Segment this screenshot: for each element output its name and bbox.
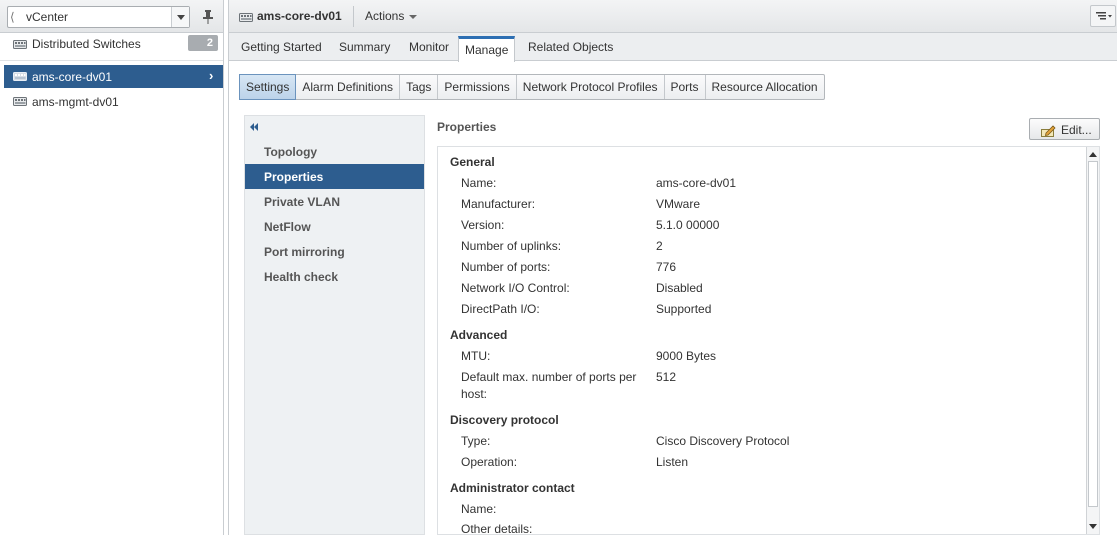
property-value: Disabled: [656, 281, 703, 295]
object-title: ams-core-dv01: [257, 9, 342, 23]
properties-title: Properties: [437, 120, 497, 134]
properties-scrollbar[interactable]: [1086, 147, 1099, 534]
caret-down-icon: [409, 15, 417, 19]
property-label: Manufacturer:: [461, 197, 536, 211]
subtab-settings[interactable]: Settings: [239, 74, 297, 100]
navigator-header: ⟨ vCenter: [0, 0, 223, 33]
distributed-switch-icon: [13, 72, 27, 81]
subtab-alarm-definitions[interactable]: Alarm Definitions: [296, 75, 401, 99]
edit-button-label: Edit...: [1061, 123, 1092, 137]
subtab-permissions[interactable]: Permissions: [438, 75, 517, 99]
section-heading-advanced: Advanced: [450, 328, 508, 342]
breadcrumb-dropdown-button[interactable]: [171, 7, 189, 27]
tab-getting-started[interactable]: Getting Started: [241, 40, 322, 54]
subtab-network-protocol-profiles[interactable]: Network Protocol Profiles: [517, 75, 665, 99]
property-label: Number of uplinks:: [461, 239, 562, 253]
property-label: Number of ports:: [461, 260, 551, 274]
object-tabs: Getting Started Summary Monitor Manage R…: [229, 33, 1117, 62]
property-value: VMware: [656, 197, 701, 211]
header-menu-button[interactable]: [1090, 5, 1116, 27]
tab-related-objects[interactable]: Related Objects: [528, 40, 613, 54]
chevron-right-icon: ›: [209, 68, 214, 83]
tab-monitor[interactable]: Monitor: [409, 40, 449, 54]
property-label: Default max. number of ports per host:: [461, 370, 637, 401]
main-panel: ams-core-dv01 Actions Getting Started Su…: [228, 0, 1117, 535]
property-value: Supported: [656, 302, 712, 316]
nav-item-ams-mgmt-dv01[interactable]: ams-mgmt-dv01: [4, 90, 223, 113]
nav-item-ams-core-dv01[interactable]: ams-core-dv01 ›: [4, 65, 223, 88]
property-value: Cisco Discovery Protocol: [656, 434, 790, 448]
property-value: 2: [656, 239, 663, 253]
section-heading-discovery-protocol: Discovery protocol: [450, 413, 559, 427]
properties-panel: General Name: ams-core-dv01 Manufacturer…: [437, 146, 1100, 535]
nav-divider: [0, 60, 223, 61]
property-value: 5.1.0 00000: [656, 218, 720, 232]
property-label: Operation:: [461, 455, 518, 469]
property-label: Version:: [461, 218, 505, 232]
property-label: Other details:: [461, 522, 533, 535]
object-header: ams-core-dv01 Actions: [229, 0, 1117, 33]
tab-summary[interactable]: Summary: [339, 40, 390, 54]
subtab-ports[interactable]: Ports: [665, 75, 706, 99]
settings-item-topology[interactable]: Topology: [245, 139, 424, 164]
property-value: Listen: [656, 455, 689, 469]
back-arrow-icon: ⟨: [10, 10, 15, 24]
property-value: 776: [656, 260, 677, 274]
settings-item-private-vlan[interactable]: Private VLAN: [245, 189, 424, 214]
count-badge: 2: [188, 35, 218, 51]
nav-item-label: ams-core-dv01: [32, 70, 113, 84]
distributed-switch-icon: [239, 13, 253, 22]
settings-item-health-check[interactable]: Health check: [245, 264, 424, 289]
manage-subtabs: Settings Alarm Definitions Tags Permissi…: [239, 74, 825, 100]
list-menu-icon: [1096, 12, 1112, 20]
subtab-tags[interactable]: Tags: [400, 75, 439, 99]
scroll-down-arrow-icon[interactable]: [1089, 524, 1097, 529]
distributed-switch-icon: [13, 97, 27, 106]
section-heading-general: General: [450, 155, 495, 169]
settings-item-port-mirroring[interactable]: Port mirroring: [245, 239, 424, 264]
scrollbar-thumb[interactable]: [1088, 161, 1098, 507]
nav-item-label: ams-mgmt-dv01: [32, 95, 119, 109]
navigator-panel: ⟨ vCenter Distributed Switches 2 ams-cor…: [0, 0, 224, 535]
property-value: 512: [656, 370, 677, 384]
breadcrumb-label: vCenter: [26, 10, 69, 24]
edit-pencil-icon: [1041, 125, 1056, 137]
edit-button[interactable]: Edit...: [1029, 118, 1100, 140]
subtab-resource-allocation[interactable]: Resource Allocation: [706, 75, 824, 99]
breadcrumb-back-button[interactable]: ⟨ vCenter: [7, 6, 190, 28]
settings-list: Topology Properties Private VLAN NetFlow…: [244, 115, 425, 535]
property-value: ams-core-dv01: [656, 176, 737, 190]
property-value: 9000 Bytes: [656, 349, 717, 363]
pin-icon[interactable]: [201, 9, 215, 25]
nav-category-distributed-switches[interactable]: Distributed Switches 2: [0, 33, 223, 55]
settings-item-properties[interactable]: Properties: [245, 164, 424, 189]
tab-manage[interactable]: Manage: [458, 36, 516, 62]
property-label: Name:: [461, 176, 497, 190]
section-heading-administrator-contact: Administrator contact: [450, 481, 575, 495]
distributed-switch-icon: [13, 40, 27, 49]
nav-category-label: Distributed Switches: [32, 37, 141, 51]
scroll-up-arrow-icon[interactable]: [1089, 152, 1097, 157]
settings-item-netflow[interactable]: NetFlow: [245, 214, 424, 239]
property-label: Network I/O Control:: [461, 281, 570, 295]
collapse-double-chevron-icon[interactable]: [249, 122, 259, 132]
property-label: DirectPath I/O:: [461, 302, 540, 316]
property-label: MTU:: [461, 349, 491, 363]
property-label: Type:: [461, 434, 491, 448]
property-label: Name:: [461, 502, 497, 516]
actions-menu-button[interactable]: Actions: [365, 9, 404, 23]
header-divider: [353, 6, 354, 27]
